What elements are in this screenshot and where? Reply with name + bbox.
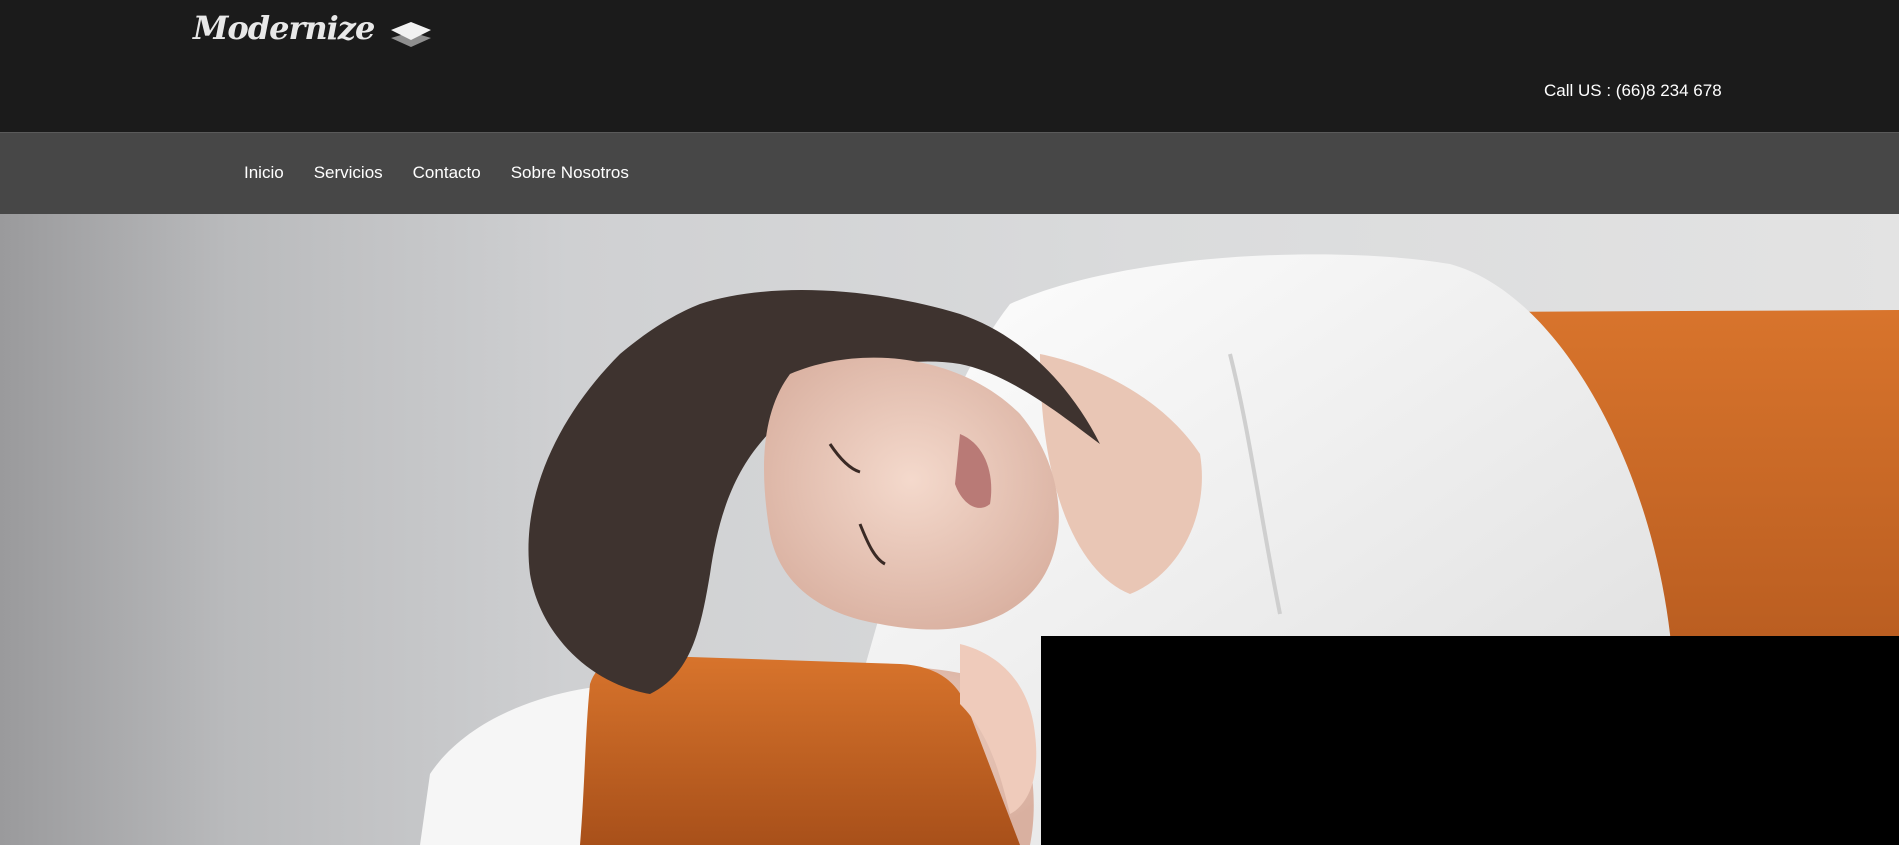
hero-black-overlay — [1041, 636, 1899, 845]
nav-item-inicio[interactable]: Inicio — [244, 163, 284, 182]
top-header: Modernize Call US : (66)8 234 678 — [0, 0, 1899, 132]
nav-item-sobre-nosotros[interactable]: Sobre Nosotros — [511, 163, 629, 182]
hero-banner — [0, 214, 1899, 845]
layers-icon — [391, 22, 432, 47]
logo[interactable]: Modernize — [193, 8, 432, 48]
nav-item-contacto[interactable]: Contacto — [413, 163, 481, 182]
nav-list: Inicio Servicios Contacto Sobre Nosotros — [244, 132, 659, 214]
call-us-text: Call US : (66)8 234 678 — [1544, 81, 1722, 100]
logo-text: Modernize — [193, 9, 375, 47]
main-navigation: Inicio Servicios Contacto Sobre Nosotros — [0, 132, 1899, 214]
nav-item-servicios[interactable]: Servicios — [314, 163, 383, 182]
